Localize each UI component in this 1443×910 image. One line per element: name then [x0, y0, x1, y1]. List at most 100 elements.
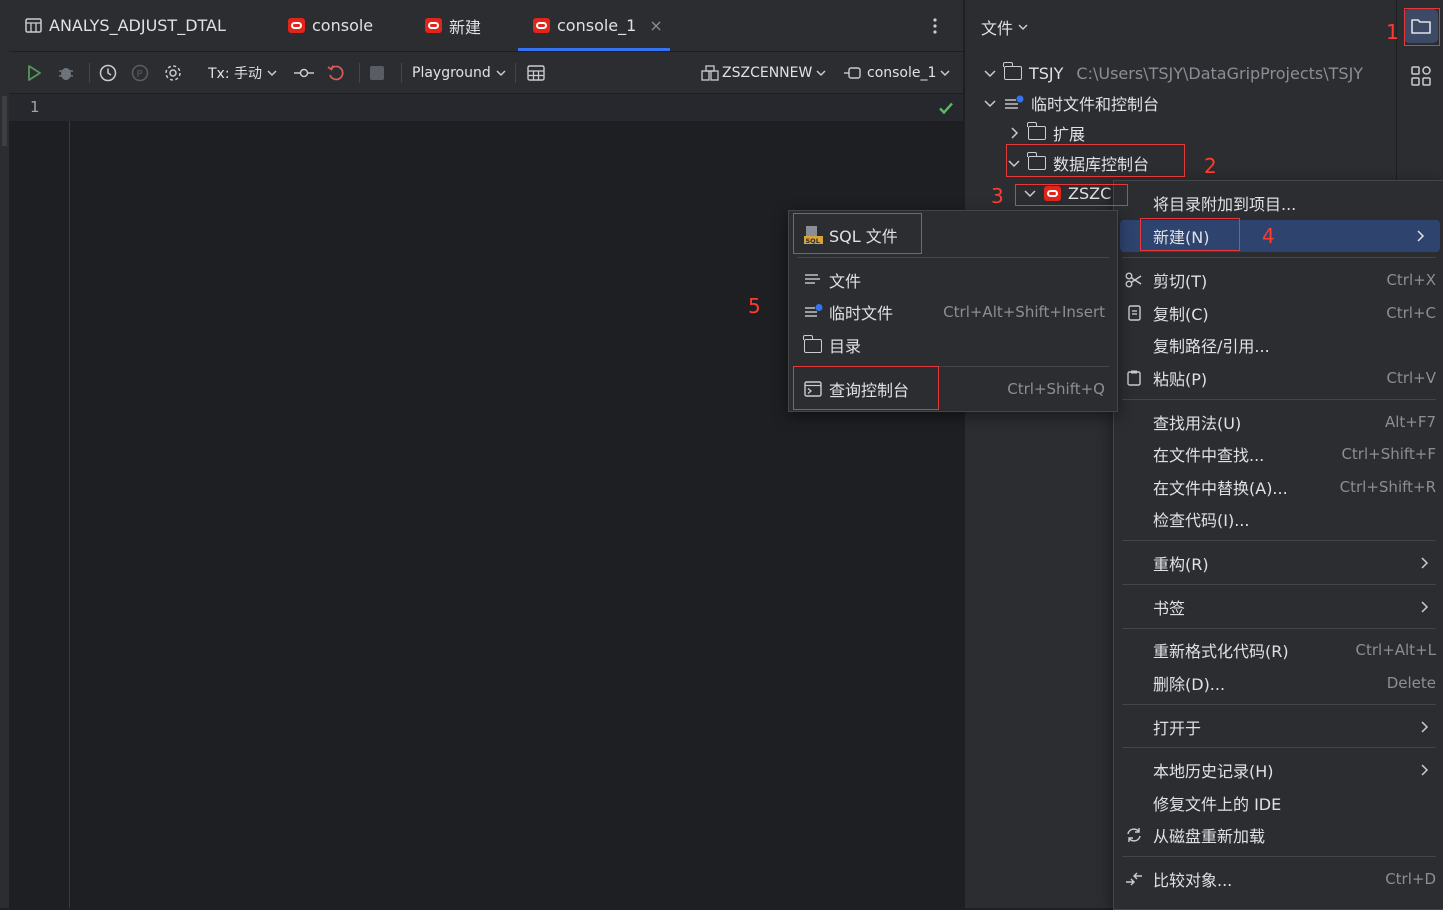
new-submenu: SQL SQL 文件 文件 临时文件 Ctrl+Alt+Shift+Insert …	[788, 210, 1118, 412]
annotation-number-5: 5	[748, 294, 761, 318]
menu-item-copy-path[interactable]: 复制路径/引用...	[1114, 329, 1443, 361]
menu-item-open-in[interactable]: 打开于	[1114, 711, 1443, 743]
submenu-item-directory[interactable]: 目录	[789, 329, 1117, 361]
tree-node-db-consoles[interactable]: 数据库控制台	[1007, 148, 1149, 178]
submenu-item-file[interactable]: 文件	[789, 264, 1117, 296]
scratch-file-icon	[805, 304, 823, 317]
annotation-number-3: 3	[991, 184, 1004, 208]
menu-item-refactor[interactable]: 重构(R)	[1114, 547, 1443, 579]
submenu-item-sql-file[interactable]: SQL SQL 文件	[789, 219, 1117, 251]
root-name: TSJY	[1029, 63, 1064, 83]
folder-icon	[1003, 62, 1022, 80]
tree-node-extensions[interactable]: 扩展	[1007, 118, 1085, 148]
menu-item-attach-directory[interactable]: 将目录附加到项目...	[1114, 187, 1443, 219]
project-files-button[interactable]	[1404, 9, 1438, 43]
tree-node-datasource[interactable]: ZSZC	[1023, 178, 1112, 208]
folder-icon	[1411, 19, 1431, 34]
settings-gear-icon[interactable]	[164, 52, 182, 93]
paste-icon	[1127, 370, 1141, 386]
db-consoles-label: 数据库控制台	[1053, 155, 1150, 174]
chevron-down-icon	[496, 69, 506, 76]
editor-gutter	[9, 94, 70, 908]
svg-text:SQL: SQL	[806, 237, 820, 245]
session-plug-icon	[844, 66, 861, 79]
chevron-right-icon	[1421, 557, 1429, 569]
playground-dropdown[interactable]: Playground	[412, 52, 507, 93]
project-view-dropdown[interactable]: 文件	[981, 12, 1029, 42]
chevron-right-icon	[1421, 721, 1429, 733]
datasource-dropdown[interactable]: ZSZCENNEW	[701, 52, 827, 93]
tab-label: console	[312, 16, 374, 35]
chevron-right-icon	[1011, 127, 1019, 139]
history-icon[interactable]	[99, 52, 117, 93]
menu-item-bookmarks[interactable]: 书签	[1114, 591, 1443, 623]
menu-item-find-in-files[interactable]: 在文件中查找... Ctrl+Shift+F	[1114, 438, 1443, 470]
extensions-label: 扩展	[1053, 125, 1086, 144]
parameters-icon[interactable]: P	[131, 52, 149, 93]
tab-label: ANALYS_ADJUST_DTAL	[49, 16, 226, 35]
menu-item-reformat[interactable]: 重新格式化代码(R) Ctrl+Alt+L	[1114, 634, 1443, 666]
menu-item-repair-ide[interactable]: 修复文件上的 IDE	[1114, 787, 1443, 819]
menu-item-paste[interactable]: 粘贴(P) Ctrl+V	[1114, 362, 1443, 394]
submenu-item-scratch-file[interactable]: 临时文件 Ctrl+Alt+Shift+Insert	[789, 296, 1117, 328]
run-icon[interactable]	[25, 52, 43, 93]
session-dropdown[interactable]: console_1	[844, 52, 951, 93]
more-tabs-icon[interactable]	[932, 0, 938, 51]
chevron-down-icon	[816, 69, 826, 76]
tab-analys-adjust-dtal[interactable]: ANALYS_ADJUST_DTAL	[25, 0, 226, 51]
root-path: C:\Users\TSJY\DataGripProjects\TSJY	[1076, 63, 1364, 83]
tab-console[interactable]: console	[288, 0, 373, 51]
oracle-icon	[533, 18, 550, 33]
annotation-number-4: 4	[1262, 224, 1275, 248]
menu-item-compare[interactable]: 比较对象... Ctrl+D	[1114, 863, 1443, 895]
chevron-right-icon	[1421, 601, 1429, 613]
folder-icon	[1027, 122, 1046, 140]
tab-label: 新建	[449, 17, 482, 37]
reload-icon	[1127, 828, 1141, 842]
menu-item-delete[interactable]: 删除(D)... Delete	[1114, 667, 1443, 699]
chevron-right-icon	[1421, 764, 1429, 776]
compare-icon	[1126, 872, 1142, 886]
menu-item-local-history[interactable]: 本地历史记录(H)	[1114, 754, 1443, 786]
submenu-item-query-console[interactable]: 查询控制台 Ctrl+Shift+Q	[789, 373, 1117, 405]
menu-item-replace-in-files[interactable]: 在文件中替换(A)... Ctrl+Shift+R	[1114, 471, 1443, 503]
debug-icon[interactable]	[57, 52, 75, 93]
scratches-icon	[1005, 95, 1024, 109]
menu-item-reload-from-disk[interactable]: 从磁盘重新加载	[1114, 819, 1443, 851]
chevron-down-icon	[1024, 190, 1036, 198]
commit-icon[interactable]	[294, 52, 314, 93]
tab-console-1[interactable]: console_1 ×	[518, 0, 670, 51]
current-line-highlight[interactable]	[9, 94, 963, 121]
text-file-icon	[805, 274, 820, 284]
folder-icon	[803, 335, 822, 353]
menu-item-find-usages[interactable]: 查找用法(U) Alt+F7	[1114, 406, 1443, 438]
console-icon	[804, 381, 822, 397]
menu-item-cut[interactable]: 剪切(T) Ctrl+X	[1114, 264, 1443, 296]
stop-icon[interactable]	[369, 52, 385, 93]
sql-file-icon: SQL	[804, 226, 823, 245]
tab-new[interactable]: 新建	[425, 0, 481, 51]
chevron-right-icon	[1417, 230, 1425, 242]
rollback-icon[interactable]	[327, 52, 345, 93]
menu-item-inspect-code[interactable]: 检查代码(I)...	[1114, 503, 1443, 535]
menu-item-copy[interactable]: 复制(C) Ctrl+C	[1114, 297, 1443, 329]
oracle-icon	[1044, 185, 1061, 201]
menu-item-new[interactable]: 新建(N)	[1120, 220, 1440, 252]
session-label: console_1	[867, 64, 937, 81]
annotation-number-2: 2	[1204, 154, 1217, 178]
inspection-ok-icon[interactable]	[938, 100, 954, 116]
structure-icon[interactable]	[1411, 66, 1431, 86]
context-menu: 将目录附加到项目... 新建(N) 剪切(T) Ctrl+X 复制(C) Ctrl+…	[1113, 180, 1443, 910]
chevron-down-icon	[267, 69, 277, 76]
result-table-icon[interactable]	[527, 52, 545, 93]
close-icon[interactable]: ×	[649, 16, 662, 35]
tree-node-root[interactable]: TSJY C:\Users\TSJY\DataGripProjects\TSJY	[983, 58, 1363, 88]
tree-node-scratches[interactable]: 临时文件和控制台	[983, 88, 1159, 118]
chevron-down-icon	[984, 70, 996, 78]
chevron-down-icon	[984, 100, 996, 108]
datasource-label: ZSZCENNEW	[722, 64, 813, 81]
transaction-mode-dropdown[interactable]: Tx: 手动	[208, 52, 278, 93]
editor-toolbar: P Tx: 手动 Playground ZSZCENNEW console_1	[9, 52, 963, 94]
datasource-node-label: ZSZC	[1068, 183, 1112, 203]
scissors-icon	[1125, 272, 1142, 288]
